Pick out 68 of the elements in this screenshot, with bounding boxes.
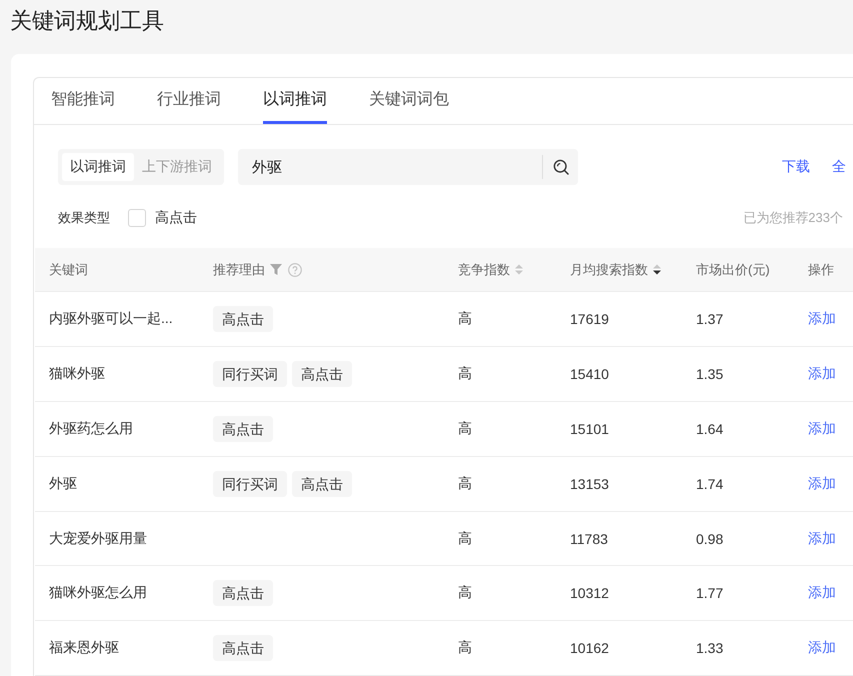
search-field[interactable]: 外驱 xyxy=(238,149,542,185)
tab[interactable]: 以词推词 xyxy=(263,78,327,124)
reason-tag: 高点击 xyxy=(213,416,273,442)
column-header[interactable]: 月均搜索指数 xyxy=(570,260,648,278)
tab[interactable]: 关键词词包 xyxy=(369,78,449,124)
bid-cell: 1.64 xyxy=(696,421,724,437)
mode-option[interactable]: 上下游推词 xyxy=(134,153,220,181)
competition-cell: 高 xyxy=(458,420,472,438)
keyword-cell: 外驱药怎么用 xyxy=(49,420,133,438)
competition-cell: 高 xyxy=(458,530,472,548)
reason-tag: 高点击 xyxy=(213,306,273,332)
add-link[interactable]: 添加 xyxy=(808,475,836,493)
search-index-cell: 17619 xyxy=(570,311,609,327)
search-icon xyxy=(552,159,568,175)
checkbox[interactable] xyxy=(128,209,146,227)
keyword-cell: 内驱外驱可以一起... xyxy=(49,310,173,328)
reason-tag: 同行买词 xyxy=(213,471,287,497)
mode-option[interactable]: 以词推词 xyxy=(62,153,134,181)
keyword-cell: 外驱 xyxy=(49,475,77,493)
bid-cell: 1.77 xyxy=(696,585,724,601)
competition-cell: 高 xyxy=(458,584,472,602)
tab[interactable]: 智能推词 xyxy=(51,78,115,124)
search-index-cell: 10312 xyxy=(570,585,609,601)
column-header[interactable]: 竞争指数 xyxy=(458,260,510,278)
add-link[interactable]: 添加 xyxy=(808,530,836,548)
filter-icon[interactable] xyxy=(270,264,282,275)
search-index-cell: 11783 xyxy=(570,530,608,546)
search-index-cell: 15410 xyxy=(570,366,609,382)
search-index-cell: 10162 xyxy=(570,640,609,656)
reason-tag: 高点击 xyxy=(213,635,273,661)
keyword-cell: 猫咪外驱怎么用 xyxy=(49,584,147,602)
search-button[interactable] xyxy=(542,149,578,185)
competition-cell: 高 xyxy=(458,310,472,328)
page-title: 关键词规划工具 xyxy=(9,7,165,35)
bid-cell: 1.35 xyxy=(696,366,724,382)
keyword-cell: 猫咪外驱 xyxy=(49,365,105,383)
column-header: 操作 xyxy=(808,260,834,278)
reason-tag: 高点击 xyxy=(292,361,352,387)
checkbox-label[interactable]: 高点击 xyxy=(155,209,197,227)
all-link[interactable]: 全 xyxy=(832,158,846,176)
download-link[interactable]: 下载 xyxy=(782,158,810,176)
help-icon[interactable] xyxy=(288,262,302,276)
keyword-cell: 福来恩外驱 xyxy=(49,639,119,657)
add-link[interactable]: 添加 xyxy=(808,365,836,383)
filter-label: 效果类型 xyxy=(58,209,110,227)
result-count-text: 已为您推荐233个 xyxy=(743,209,844,227)
bid-cell: 1.74 xyxy=(696,476,724,492)
add-link[interactable]: 添加 xyxy=(808,639,836,657)
column-header: 关键词 xyxy=(49,260,88,278)
reason-tag: 高点击 xyxy=(213,580,273,606)
keyword-cell: 大宠爱外驱用量 xyxy=(49,530,147,548)
bid-cell: 1.37 xyxy=(696,311,724,327)
column-header: 推荐理由 xyxy=(213,260,265,278)
reason-tag: 高点击 xyxy=(292,471,352,497)
bid-cell: 0.98 xyxy=(696,530,724,546)
competition-cell: 高 xyxy=(458,639,472,657)
competition-cell: 高 xyxy=(458,365,472,383)
reason-tag: 同行买词 xyxy=(213,361,287,387)
search-index-cell: 13153 xyxy=(570,476,609,492)
sort-icon[interactable] xyxy=(653,264,661,275)
competition-cell: 高 xyxy=(458,475,472,493)
column-header: 市场出价(元) xyxy=(696,260,770,278)
add-link[interactable]: 添加 xyxy=(808,584,836,602)
add-link[interactable]: 添加 xyxy=(808,310,836,328)
add-link[interactable]: 添加 xyxy=(808,420,836,438)
search-index-cell: 15101 xyxy=(570,421,609,437)
bid-cell: 1.33 xyxy=(696,640,724,656)
tab[interactable]: 行业推词 xyxy=(157,78,221,124)
